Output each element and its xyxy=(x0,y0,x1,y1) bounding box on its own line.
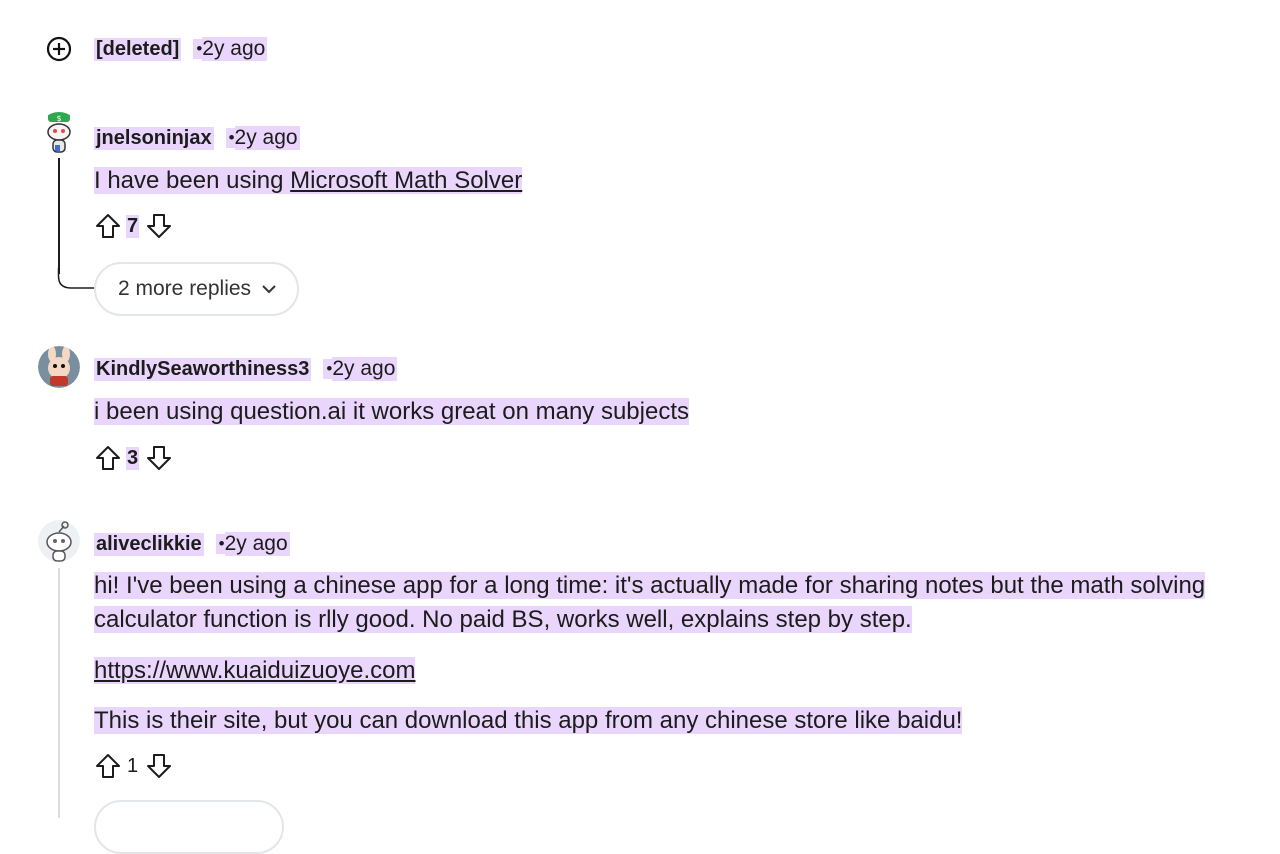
meta-separator: • xyxy=(323,359,333,379)
vote-bar: 3 xyxy=(94,442,173,474)
vote-bar: 7 xyxy=(94,210,173,242)
comment-timestamp[interactable]: 2y ago xyxy=(332,357,398,381)
comment-timestamp[interactable]: 2y ago xyxy=(202,37,268,61)
microsoft-math-solver-link[interactable]: Microsoft Math Solver xyxy=(290,167,522,194)
vote-score: 1 xyxy=(127,754,139,777)
more-replies-button-partial[interactable] xyxy=(94,800,284,854)
expand-comment-button[interactable] xyxy=(44,34,74,64)
comment-text-line: This is their site, but you can download… xyxy=(94,707,963,734)
snoo-avatar-green-hat-icon: $ xyxy=(47,112,71,153)
comment-timestamp[interactable]: 2y ago xyxy=(234,126,300,150)
thread-line[interactable] xyxy=(58,158,60,274)
expand-plus-icon xyxy=(46,36,72,62)
avatar[interactable]: $ xyxy=(38,112,80,154)
upvote-arrow-icon xyxy=(96,446,120,470)
snoo-avatar-default-icon xyxy=(38,520,80,562)
vote-bar: 1 xyxy=(94,750,173,782)
upvote-button[interactable] xyxy=(94,212,122,240)
comment-body: This is their site, but you can download… xyxy=(94,704,963,738)
avatar[interactable] xyxy=(38,346,80,388)
comment-timestamp[interactable]: 2y ago xyxy=(224,532,290,556)
chevron-down-icon xyxy=(262,285,276,294)
upvote-arrow-icon xyxy=(96,754,120,778)
comment-body: hi! I've been using a chinese app for a … xyxy=(94,569,1264,637)
comment-text-line: calculator function is rlly good. No pai… xyxy=(94,606,912,633)
downvote-button[interactable] xyxy=(145,752,173,780)
thread-line[interactable] xyxy=(58,568,60,818)
comment-author[interactable]: jnelsoninjax xyxy=(94,126,214,150)
comment-link-paragraph: https://www.kuaiduizuoye.com xyxy=(94,654,416,688)
upvote-button[interactable] xyxy=(94,444,122,472)
comment-meta: aliveclikkie • 2y ago xyxy=(94,530,290,558)
upvote-arrow-icon xyxy=(96,214,120,238)
downvote-arrow-icon xyxy=(147,754,172,778)
comment-meta: [deleted] • 2y ago xyxy=(94,35,268,63)
downvote-button[interactable] xyxy=(145,212,173,240)
comment-text-line: hi! I've been using a chinese app for a … xyxy=(94,572,1206,599)
avatar[interactable] xyxy=(38,520,80,562)
comment-author[interactable]: KindlySeaworthiness3 xyxy=(94,357,312,381)
meta-separator: • xyxy=(193,39,203,59)
comment-meta: KindlySeaworthiness3 • 2y ago xyxy=(94,355,398,383)
meta-separator: • xyxy=(215,534,225,554)
vote-score: 7 xyxy=(126,214,140,238)
upvote-button[interactable] xyxy=(94,752,122,780)
comment-text: I have been using xyxy=(94,167,291,194)
more-replies-button[interactable]: 2 more replies xyxy=(94,262,300,316)
comment-text: i been using question.ai it works great … xyxy=(94,398,689,425)
meta-separator: • xyxy=(225,128,235,148)
comment-meta: jnelsoninjax • 2y ago xyxy=(94,124,300,152)
more-replies-label: 2 more replies xyxy=(118,277,252,300)
snoo-avatar-bunny-icon xyxy=(38,346,80,388)
comment-body: I have been using Microsoft Math Solver xyxy=(94,164,523,198)
comment-body: i been using question.ai it works great … xyxy=(94,395,689,429)
downvote-button[interactable] xyxy=(145,444,173,472)
thread-connector xyxy=(57,268,97,289)
svg-text:$: $ xyxy=(56,114,61,123)
downvote-arrow-icon xyxy=(147,446,172,470)
downvote-arrow-icon xyxy=(147,214,172,238)
comment-author[interactable]: [deleted] xyxy=(94,37,182,61)
kuaiduizuoye-link[interactable]: https://www.kuaiduizuoye.com xyxy=(94,657,415,684)
vote-score: 3 xyxy=(126,446,140,470)
comment-author[interactable]: aliveclikkie xyxy=(94,532,204,556)
